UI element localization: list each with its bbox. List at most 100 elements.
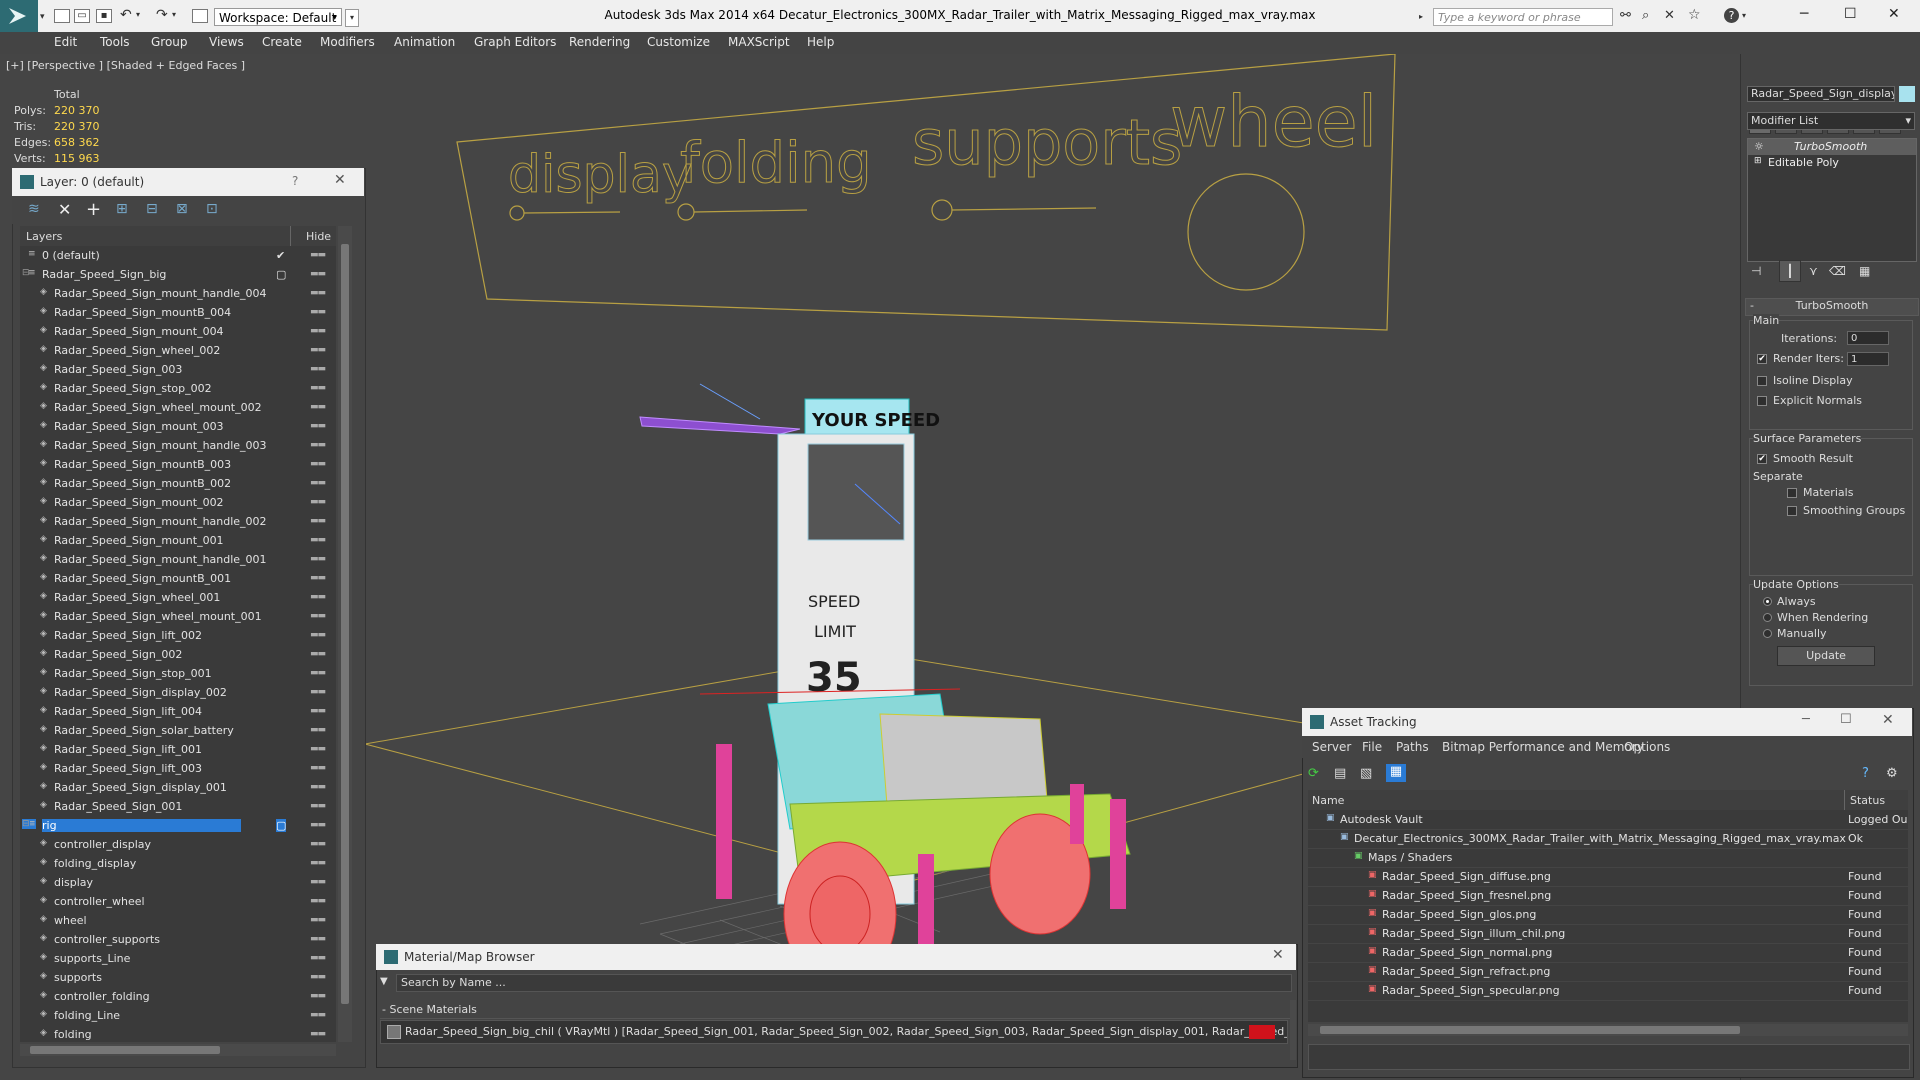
separate-materials-checkbox[interactable] <box>1787 488 1797 498</box>
asset-row[interactable]: ▣ Maps / Shaders <box>1308 848 1908 868</box>
asset-row[interactable]: ▣ Radar_Speed_Sign_specular.png Found <box>1308 981 1908 1001</box>
hide-toggle-icon[interactable]: ▬▬ <box>310 535 326 545</box>
hide-toggle-icon[interactable]: ▬▬ <box>310 592 326 602</box>
layer-row[interactable]: ◈ Radar_Speed_Sign_wheel_mount_001 ▬▬ <box>20 607 336 626</box>
layer-row[interactable]: ◈ Radar_Speed_Sign_mount_handle_001 ▬▬ <box>20 550 336 569</box>
hide-toggle-icon[interactable]: ▬▬ <box>310 1029 326 1039</box>
hide-toggle-icon[interactable]: ▬▬ <box>310 668 326 678</box>
layer-row[interactable]: ◈ Radar_Speed_Sign_mount_003 ▬▬ <box>20 417 336 436</box>
asset-row[interactable]: ▣ Autodesk Vault Logged Ou <box>1308 810 1908 830</box>
hide-toggle-icon[interactable]: ▬▬ <box>310 991 326 1001</box>
menu-group[interactable]: Group <box>151 35 188 49</box>
asset-close-icon[interactable]: ✕ <box>1882 712 1894 728</box>
layer-row[interactable]: ◈ controller_display ▬▬ <box>20 835 336 854</box>
menu-customize[interactable]: Customize <box>647 35 710 49</box>
hide-toggle-icon[interactable]: ▬▬ <box>310 782 326 792</box>
layer-row[interactable]: ◈ folding_display ▬▬ <box>20 854 336 873</box>
update-button[interactable]: Update <box>1777 646 1875 666</box>
asset-status-column[interactable]: Status <box>1850 794 1885 807</box>
asset-help-icon[interactable]: ? <box>1862 766 1869 781</box>
expand-plus-icon[interactable]: ⊞ <box>1754 156 1762 166</box>
menu-graph-editors[interactable]: Graph Editors <box>474 35 556 49</box>
menu-help[interactable]: Help <box>807 35 834 49</box>
thumbnail-view-icon[interactable]: ▧ <box>1360 766 1372 781</box>
layer-row[interactable]: ◈ Radar_Speed_Sign_mountB_003 ▬▬ <box>20 455 336 474</box>
menu-rendering[interactable]: Rendering <box>569 35 630 49</box>
menu-animation[interactable]: Animation <box>394 35 455 49</box>
layer-row[interactable]: ◈ Radar_Speed_Sign_mount_004 ▬▬ <box>20 322 336 341</box>
layer-row[interactable]: ◈ supports_Line ▬▬ <box>20 949 336 968</box>
close-window-icon[interactable]: ✕ <box>1888 6 1900 22</box>
hide-toggle-icon[interactable]: ▬▬ <box>310 877 326 887</box>
smooth-result-checkbox[interactable]: ✔ <box>1757 454 1767 464</box>
material-vertical-scrollbar[interactable] <box>1290 1000 1296 1060</box>
asset-menu-bitmap-performance[interactable]: Bitmap Performance and Memory <box>1442 740 1644 754</box>
layer-row[interactable]: ◈ Radar_Speed_Sign_display_001 ▬▬ <box>20 778 336 797</box>
layer-row[interactable]: ◈ Radar_Speed_Sign_mount_handle_003 ▬▬ <box>20 436 336 455</box>
hide-toggle-icon[interactable]: ▬▬ <box>310 421 326 431</box>
configure-modifier-sets-icon[interactable]: ▦ <box>1859 264 1870 278</box>
hide-toggle-icon[interactable]: ▬▬ <box>310 706 326 716</box>
scene-material-item[interactable]: Radar_Speed_Sign_big_chil ( VRayMtl ) [R… <box>380 1020 1288 1044</box>
layer-row[interactable]: ◈ supports ▬▬ <box>20 968 336 987</box>
layer-row[interactable]: ◈ Radar_Speed_Sign_003 ▬▬ <box>20 360 336 379</box>
menu-views[interactable]: Views <box>209 35 244 49</box>
hide-toggle-icon[interactable]: ▬▬ <box>310 383 326 393</box>
hide-toggle-icon[interactable]: ▬▬ <box>310 820 326 830</box>
hide-column-title[interactable]: Hide <box>306 230 331 243</box>
update-when-rendering-radio[interactable] <box>1763 613 1772 622</box>
layer-close-icon[interactable]: ✕ <box>334 172 346 188</box>
layer-row[interactable]: ◈ controller_wheel ▬▬ <box>20 892 336 911</box>
layer-vertical-scrollbar[interactable] <box>338 226 352 1042</box>
hide-all-layers-icon[interactable]: ⊡ <box>206 201 218 217</box>
layer-row[interactable]: ◈ Radar_Speed_Sign_display_002 ▬▬ <box>20 683 336 702</box>
hide-toggle-icon[interactable]: ▬▬ <box>310 497 326 507</box>
asset-hscroll-thumb[interactable] <box>1320 1026 1740 1034</box>
create-layer-icon[interactable]: + <box>86 199 101 220</box>
hide-toggle-icon[interactable]: ▬▬ <box>310 744 326 754</box>
favorites-star-icon[interactable]: ☆ <box>1688 7 1701 23</box>
hide-toggle-icon[interactable]: ▬▬ <box>310 725 326 735</box>
hide-toggle-icon[interactable]: ▬▬ <box>310 953 326 963</box>
binoculars-icon[interactable]: ⚯ <box>1620 8 1631 23</box>
hide-toggle-icon[interactable]: ▬▬ <box>310 801 326 811</box>
hide-toggle-icon[interactable]: ▬▬ <box>310 687 326 697</box>
collapse-toggle-icon[interactable]: ⊟ <box>22 819 30 829</box>
search-icon[interactable]: ⌕ <box>1642 8 1649 23</box>
layer-horizontal-scrollbar[interactable] <box>20 1044 336 1056</box>
asset-settings-icon[interactable]: ⚙ <box>1886 766 1898 781</box>
asset-maximize-icon[interactable]: ☐ <box>1840 712 1852 727</box>
layer-row[interactable]: ◈ Radar_Speed_Sign_001 ▬▬ <box>20 797 336 816</box>
hide-toggle-icon[interactable]: ▬▬ <box>310 402 326 412</box>
layer-row[interactable]: ◈ display ▬▬ <box>20 873 336 892</box>
layer-row[interactable]: ◈ folding_Line ▬▬ <box>20 1006 336 1025</box>
refresh-icon[interactable]: ⟳ <box>1308 766 1319 781</box>
set-current-layer-box-icon[interactable]: ▢ <box>276 268 286 281</box>
scrollbar-thumb[interactable] <box>341 244 349 1004</box>
hide-toggle-icon[interactable]: ▬▬ <box>310 630 326 640</box>
stack-item-editable-poly[interactable]: ⊞ Editable Poly <box>1748 155 1916 171</box>
object-name-field[interactable]: Radar_Speed_Sign_display_0 <box>1747 86 1895 102</box>
search-expand-icon[interactable]: ▸ <box>1419 12 1423 21</box>
hide-toggle-icon[interactable]: ▬▬ <box>310 896 326 906</box>
render-iters-spinner[interactable]: 1 <box>1847 352 1889 366</box>
asset-name-column[interactable]: Name <box>1312 794 1344 807</box>
menu-tools[interactable]: Tools <box>100 35 130 49</box>
browser-options-chevron-icon[interactable]: ▼ <box>380 976 388 987</box>
layer-row[interactable]: ◈ controller_supports ▬▬ <box>20 930 336 949</box>
hide-toggle-icon[interactable]: ▬▬ <box>310 326 326 336</box>
stack-item-turbosmooth[interactable]: ☼ TurboSmooth <box>1748 139 1916 155</box>
communication-center-icon[interactable]: ✕ <box>1664 8 1675 23</box>
hide-toggle-icon[interactable]: ▬▬ <box>310 364 326 374</box>
lightbulb-icon[interactable]: ☼ <box>1754 140 1764 153</box>
material-search-input[interactable]: Search by Name ... <box>396 974 1292 992</box>
asset-row[interactable]: ▣ Radar_Speed_Sign_illum_chil.png Found <box>1308 924 1908 944</box>
hide-toggle-icon[interactable]: ▬▬ <box>310 288 326 298</box>
asset-row[interactable]: ▣ Radar_Speed_Sign_refract.png Found <box>1308 962 1908 982</box>
hide-toggle-icon[interactable]: ▬▬ <box>310 269 326 279</box>
make-unique-icon[interactable]: ⋎ <box>1809 264 1818 278</box>
explicit-normals-checkbox[interactable] <box>1757 396 1767 406</box>
layer-row[interactable]: ◈ Radar_Speed_Sign_mountB_002 ▬▬ <box>20 474 336 493</box>
object-color-swatch[interactable] <box>1899 86 1915 102</box>
hide-toggle-icon[interactable]: ▬▬ <box>310 972 326 982</box>
